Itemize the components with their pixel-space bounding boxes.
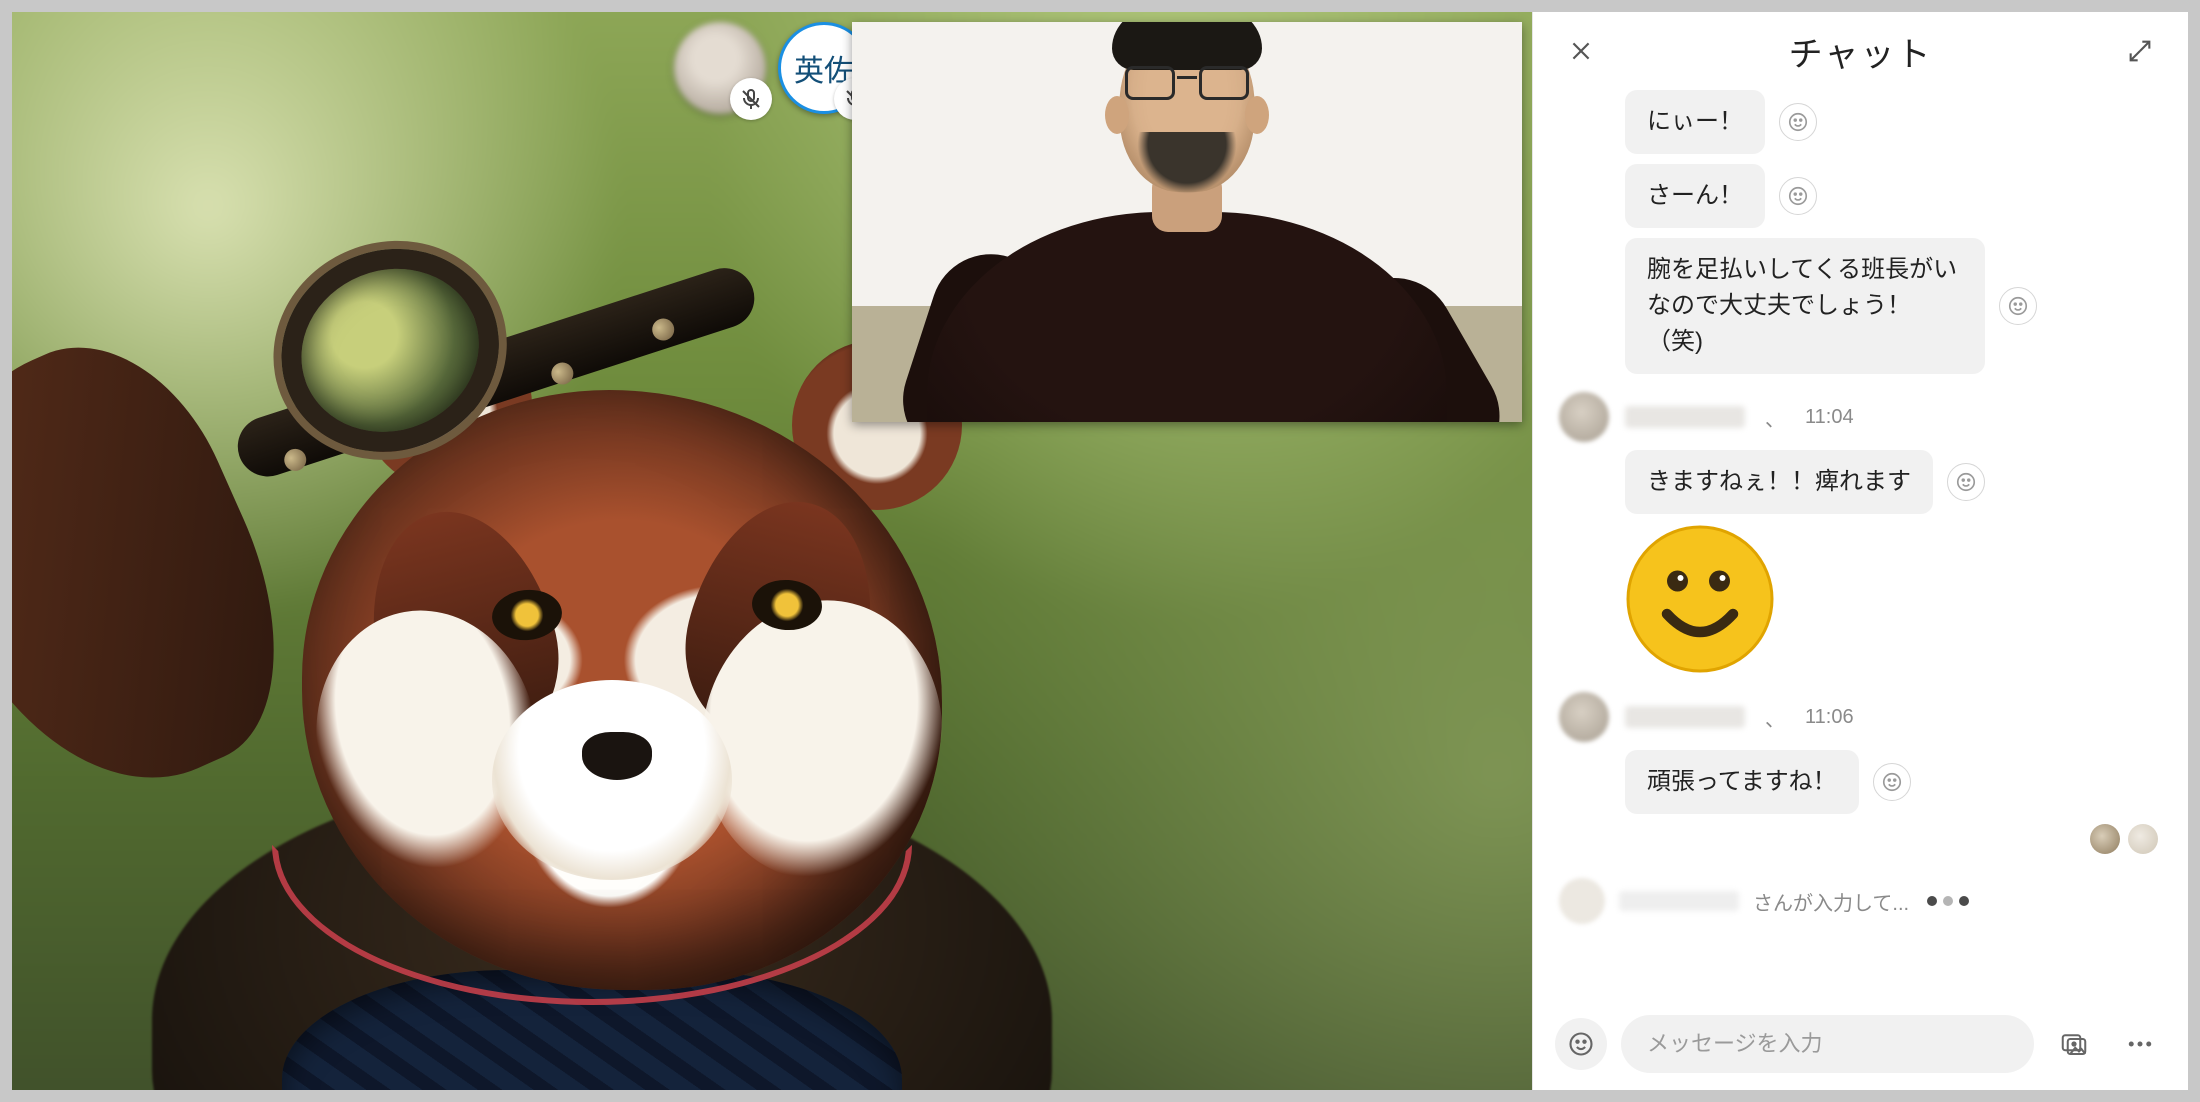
chat-bubble[interactable]: きますねぇ！！痺れます (1625, 450, 1933, 514)
muted-icon (730, 78, 772, 120)
message-row: にぃー！ (1559, 90, 2162, 154)
meta-separator (1761, 703, 1789, 732)
avatar[interactable] (1559, 692, 1609, 742)
chat-panel: チャット にぃー！ (1532, 12, 2188, 1090)
message-group: にぃー！ さーん！ 腕を足払いしてく (1559, 90, 2162, 374)
emoji-picker-button[interactable] (1555, 1018, 1607, 1070)
avatar[interactable] (1559, 392, 1609, 442)
smile-icon (1567, 1030, 1595, 1058)
video-stage: 英佐 (12, 12, 1532, 1090)
presenter-figure (927, 22, 1447, 422)
read-avatar[interactable] (2128, 824, 2158, 854)
emoji-sticker-smile[interactable] (1625, 524, 1775, 674)
typing-indicator: さんが入力して... (1559, 872, 2162, 934)
more-horizontal-icon (2125, 1029, 2155, 1059)
react-button[interactable] (1999, 287, 2037, 325)
app-window: 英佐 (0, 0, 2200, 1102)
close-icon (1568, 38, 1594, 64)
chat-bubble[interactable]: 腕を足払いしてくる班長がいなので大丈夫でしょう！（笑) (1625, 238, 1985, 374)
message-time: 11:06 (1805, 706, 1854, 729)
image-icon (2059, 1029, 2089, 1059)
smile-icon (2007, 295, 2029, 317)
sender-name (1625, 706, 1745, 728)
compose-bar (1533, 998, 2188, 1090)
message-row: 頑張ってますね！ (1559, 750, 2162, 814)
meta-separator (1761, 403, 1789, 432)
chat-bubble[interactable]: さーん！ (1625, 164, 1765, 228)
typing-text: さんが入力して... (1753, 887, 1909, 916)
typing-dots-icon (1927, 896, 1969, 906)
message-row: さーん！ (1559, 164, 2162, 228)
message-meta: 11:06 (1559, 692, 2162, 742)
smile-icon (1787, 111, 1809, 133)
react-button[interactable] (1873, 763, 1911, 801)
participant-thumbnails: 英佐 (674, 22, 870, 114)
smile-icon (1881, 771, 1903, 793)
message-row: きますねぇ！！痺れます (1559, 450, 2162, 514)
read-receipts (1559, 824, 2162, 854)
message-group: 11:06 頑張ってますね！ (1559, 692, 2162, 854)
message-input-wrap (1621, 1015, 2034, 1073)
sender-name (1625, 406, 1745, 428)
message-time: 11:04 (1805, 406, 1854, 429)
pip-video (852, 22, 1522, 422)
react-button[interactable] (1779, 103, 1817, 141)
more-options-button[interactable] (2114, 1018, 2166, 1070)
smile-icon (1787, 185, 1809, 207)
message-input[interactable] (1647, 1031, 2008, 1057)
popout-icon (2126, 37, 2154, 65)
self-view-pip[interactable] (852, 22, 1522, 422)
popout-chat-button[interactable] (2118, 29, 2162, 73)
read-avatar[interactable] (2090, 824, 2120, 854)
close-chat-button[interactable] (1559, 29, 1603, 73)
chat-header: チャット (1533, 12, 2188, 90)
message-meta: 11:04 (1559, 392, 2162, 442)
typing-name (1619, 891, 1739, 911)
react-button[interactable] (1779, 177, 1817, 215)
smile-icon (1955, 471, 1977, 493)
chat-bubble[interactable]: 頑張ってますね！ (1625, 750, 1859, 814)
participant-thumb-1[interactable] (674, 22, 766, 114)
avatar (1559, 878, 1605, 924)
attach-media-button[interactable] (2048, 1018, 2100, 1070)
chat-bubble[interactable]: にぃー！ (1625, 90, 1765, 154)
react-button[interactable] (1947, 463, 1985, 501)
chat-title: チャット (1603, 27, 2118, 76)
message-group: 11:04 きますねぇ！！痺れます (1559, 392, 2162, 674)
chat-scroll[interactable]: にぃー！ さーん！ 腕を足払いしてく (1533, 90, 2188, 998)
message-row: 腕を足払いしてくる班長がいなので大丈夫でしょう！（笑) (1559, 238, 2162, 374)
